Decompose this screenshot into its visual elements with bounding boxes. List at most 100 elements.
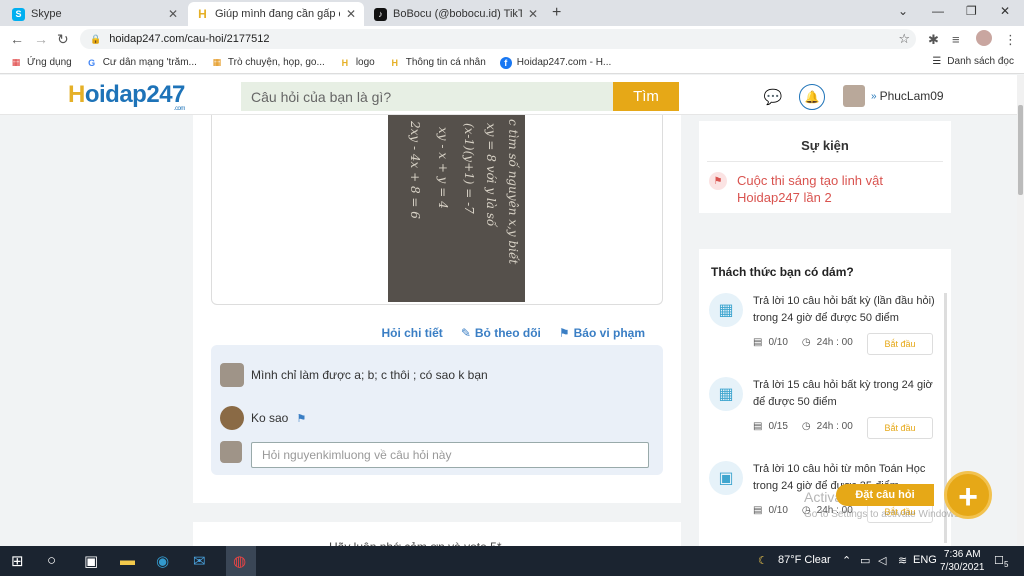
chevron-up-icon[interactable]: ⌃ xyxy=(842,554,851,567)
reading-list-icon: ☰ xyxy=(932,56,942,67)
chrome-icon[interactable]: ◍ xyxy=(226,546,256,576)
skype-icon: S xyxy=(12,7,25,21)
tiktok-icon: ♪ xyxy=(374,7,387,21)
scrollbar-thumb[interactable] xyxy=(1018,105,1023,195)
store-icon[interactable]: ▣ xyxy=(84,552,98,570)
close-window-icon[interactable]: ✕ xyxy=(1000,4,1010,18)
search-button[interactable]: Tìm xyxy=(613,82,679,111)
chevron-down-icon: » xyxy=(871,90,877,102)
hoidap-icon: H xyxy=(196,7,209,21)
messages-icon[interactable]: 💬 xyxy=(761,85,785,109)
list-icon: ▤ xyxy=(753,421,763,432)
reload-icon[interactable]: ↻ xyxy=(57,31,69,48)
google-icon: G xyxy=(88,57,96,68)
event-link[interactable]: Cuộc thi sáng tạo linh vật Hoidap247 lần… xyxy=(737,172,947,206)
avatar xyxy=(843,85,865,107)
mail-icon[interactable]: ✉ xyxy=(193,552,206,570)
comment-item: Ko sao ⚑ xyxy=(220,406,306,430)
volume-icon[interactable]: ◁ xyxy=(878,554,886,567)
start-button[interactable]: Bắt đầu xyxy=(867,333,933,355)
minimize-icon[interactable]: — xyxy=(932,4,944,18)
avatar xyxy=(220,441,242,463)
bookmark-apps[interactable]: ▦ Ứng dụng xyxy=(10,57,72,69)
site-header: Hoidap247 .com Tìm 💬 🔔 » PhucLam09 xyxy=(0,75,1020,115)
windows-start-icon[interactable]: ⊞ xyxy=(11,552,24,570)
bookmarks-bar: ▦ Ứng dụng G Cư dân mạng 'trăm... ▦ Trò … xyxy=(0,52,1024,74)
search-input[interactable] xyxy=(241,82,613,111)
media-icon[interactable]: ≡ xyxy=(952,32,960,47)
question-actions: Hỏi chi tiết ✎ Bỏ theo dõi ⚑ Báo vi phạm xyxy=(381,326,645,340)
apps-grid-icon: ▦ xyxy=(11,57,21,67)
facebook-icon: f xyxy=(499,56,512,69)
answer-hint-card: Hãy luôn nhớ cảm ơn và vote 5* xyxy=(193,522,681,554)
avatar[interactable] xyxy=(220,363,244,387)
ask-detail-link[interactable]: Hỏi chi tiết xyxy=(381,326,442,340)
plus-icon: + xyxy=(958,478,978,516)
edge-icon[interactable]: ◉ xyxy=(156,552,169,570)
close-tab-icon[interactable]: ✕ xyxy=(528,7,538,21)
lock-icon: 🔒 xyxy=(90,33,102,44)
bookmark-logo[interactable]: H logo xyxy=(339,57,375,69)
grid-icon: ▦ xyxy=(709,377,743,411)
user-menu[interactable]: » PhucLam09 xyxy=(843,85,944,107)
comment-input[interactable] xyxy=(251,442,649,468)
tab-hoidap[interactable]: H Giúp mình đang cần gấp câu hỏi ✕ xyxy=(188,2,364,26)
close-tab-icon[interactable]: ✕ xyxy=(346,7,356,21)
question-card: c tìm số nguyên x,y biết xy = 8 với y là… xyxy=(193,115,681,503)
bell-icon[interactable]: 🔔 xyxy=(799,84,825,110)
search-icon[interactable]: ○ xyxy=(47,552,56,569)
clock-icon: ◷ xyxy=(801,337,811,348)
calculator-icon: ▣ xyxy=(709,461,743,495)
grid-icon: ▦ xyxy=(709,293,743,327)
question-image[interactable]: c tìm số nguyên x,y biết xy = 8 với y là… xyxy=(388,115,525,302)
extensions-icon[interactable]: ✱ xyxy=(928,32,939,48)
report-link[interactable]: ⚑ Báo vi phạm xyxy=(559,326,645,340)
tab-skype[interactable]: S Skype ✕ xyxy=(4,2,186,26)
flag-icon: ⚑ xyxy=(709,172,727,190)
unfollow-link[interactable]: ✎ Bỏ theo dõi xyxy=(461,326,541,340)
bookmark-profile[interactable]: H Thông tin cá nhân xyxy=(389,57,485,69)
question-box: c tìm số nguyên x,y biết xy = 8 với y là… xyxy=(211,115,663,305)
unfollow-icon: ✎ xyxy=(460,326,471,340)
browser-tab-strip: S Skype ✕ H Giúp mình đang cần gấp câu h… xyxy=(0,0,1024,26)
back-icon[interactable]: ← xyxy=(10,31,24,47)
divider xyxy=(707,161,943,162)
weather-icon: ☾ xyxy=(758,555,768,567)
start-button[interactable]: Bắt đầu xyxy=(867,417,933,439)
ask-question-button[interactable]: + xyxy=(944,471,992,519)
bookmark-facebook[interactable]: f Hoidap247.com - H... xyxy=(499,56,611,69)
clock[interactable]: 7:36 AM 7/30/2021 xyxy=(940,548,985,574)
bookmark-google[interactable]: G Cư dân mạng 'trăm... xyxy=(86,57,197,69)
comments-section: Mình chỉ làm được a; b; c thôi ; có sao … xyxy=(211,345,663,475)
reading-list[interactable]: ☰ Danh sách đọc xyxy=(932,56,1014,67)
page-scrollbar[interactable] xyxy=(1017,75,1024,545)
profile-avatar[interactable] xyxy=(976,30,992,46)
notifications-icon[interactable]: ☐ xyxy=(994,554,1004,567)
comment-item: Mình chỉ làm được a; b; c thôi ; có sao … xyxy=(220,363,488,387)
ask-question-label[interactable]: Đặt câu hỏi xyxy=(836,484,934,506)
new-tab-icon[interactable]: + xyxy=(552,4,561,22)
tab-search-icon[interactable]: ⌄ xyxy=(898,4,908,18)
url-field[interactable]: 🔒 hoidap247.com/cau-hoi/2177512 ☆ xyxy=(80,29,916,49)
flag-icon[interactable]: ⚑ xyxy=(296,412,306,425)
avatar[interactable] xyxy=(220,406,244,430)
wifi-icon[interactable]: ≋ xyxy=(898,554,907,567)
restore-icon[interactable]: ❐ xyxy=(966,4,977,18)
bookmark-teams[interactable]: ▦ Trò chuyện, họp, go... xyxy=(211,57,325,69)
flag-icon: ⚑ xyxy=(558,326,570,340)
close-tab-icon[interactable]: ✕ xyxy=(168,7,178,21)
tab-tiktok[interactable]: ♪ BoBocu (@bobocu.id) TikTok | Xe ✕ xyxy=(366,2,546,26)
clock-icon: ◷ xyxy=(801,421,811,432)
hoidap-icon: H xyxy=(391,57,398,68)
list-icon: ▤ xyxy=(753,505,763,516)
hoidap-icon: H xyxy=(341,57,349,68)
network-icon[interactable]: ▭ xyxy=(860,554,870,567)
file-explorer-icon[interactable]: ▬ xyxy=(120,552,135,569)
events-card: Sự kiện ⚑ Cuộc thi sáng tạo linh vật Hoi… xyxy=(699,121,951,213)
taskbar: ⊞ ○ ▣ ▬ ◉ ✉ ◍ ☾ 87°F Clear ⌃ ▭ ◁ ≋ ENG 7… xyxy=(0,546,1024,576)
bookmark-star-icon[interactable]: ☆ xyxy=(898,31,910,47)
forward-icon[interactable]: → xyxy=(34,31,48,47)
menu-icon[interactable]: ⋮ xyxy=(1004,32,1017,48)
microsoft-icon: ▦ xyxy=(212,57,222,67)
site-logo[interactable]: Hoidap247 .com xyxy=(68,81,185,112)
